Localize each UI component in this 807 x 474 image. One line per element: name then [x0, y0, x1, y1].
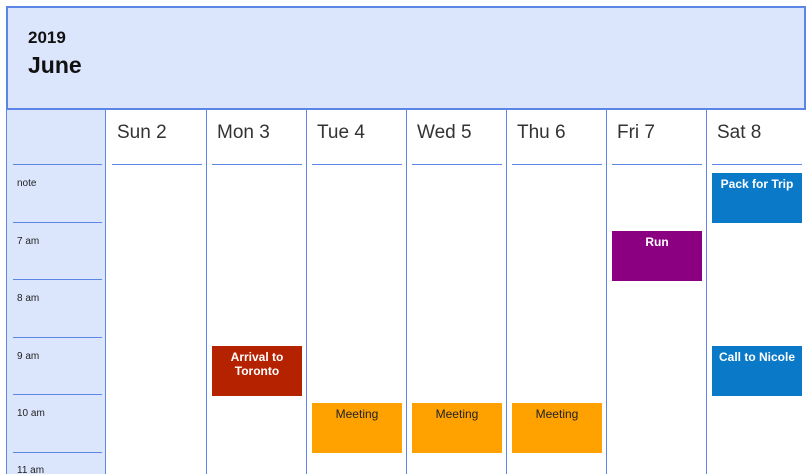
event-arrival-to-toronto[interactable]: Arrival to Toronto [212, 346, 302, 396]
slot-divider [13, 164, 102, 165]
slot-divider [13, 337, 102, 338]
event-meeting-wed[interactable]: Meeting [412, 403, 502, 453]
day-header-fri: Fri 7 [617, 122, 655, 143]
day-header-sat: Sat 8 [717, 122, 762, 143]
day-header-wed: Wed 5 [417, 122, 472, 143]
slot-label-note: note [17, 178, 37, 189]
slot-label-9am: 9 am [17, 351, 40, 362]
day-divider [512, 164, 602, 165]
day-column-mon[interactable]: Mon 3 [207, 110, 307, 474]
slot-label-10am: 10 am [17, 408, 45, 419]
slot-label-7am: 7 am [17, 236, 40, 247]
day-divider [412, 164, 502, 165]
slot-divider [13, 394, 102, 395]
day-column-sat[interactable]: Sat 8 [707, 110, 807, 474]
day-column-sun[interactable]: Sun 2 [107, 110, 207, 474]
calendar-header: 2019 June [6, 6, 806, 110]
slot-divider [13, 279, 102, 280]
day-divider [312, 164, 402, 165]
year-label: 2019 [28, 28, 66, 47]
event-call-to-nicole[interactable]: Call to Nicole [712, 346, 802, 396]
event-meeting-tue[interactable]: Meeting [312, 403, 402, 453]
day-divider [612, 164, 702, 165]
day-header-tue: Tue 4 [317, 122, 365, 143]
slot-divider [13, 452, 102, 453]
slot-divider [13, 222, 102, 223]
day-header-sun: Sun 2 [117, 122, 167, 143]
day-divider [112, 164, 202, 165]
event-meeting-thu[interactable]: Meeting [512, 403, 602, 453]
day-header-thu: Thu 6 [517, 122, 566, 143]
event-pack-for-trip[interactable]: Pack for Trip [712, 173, 802, 223]
event-run[interactable]: Run [612, 231, 702, 281]
day-divider [712, 164, 802, 165]
day-header-mon: Mon 3 [217, 122, 270, 143]
month-label: June [28, 52, 82, 78]
slot-label-8am: 8 am [17, 293, 40, 304]
time-column: note 7 am 8 am 9 am 10 am 11 am [6, 110, 106, 474]
day-divider [212, 164, 302, 165]
slot-label-11am: 11 am [17, 465, 45, 474]
day-column-fri[interactable]: Fri 7 [607, 110, 707, 474]
